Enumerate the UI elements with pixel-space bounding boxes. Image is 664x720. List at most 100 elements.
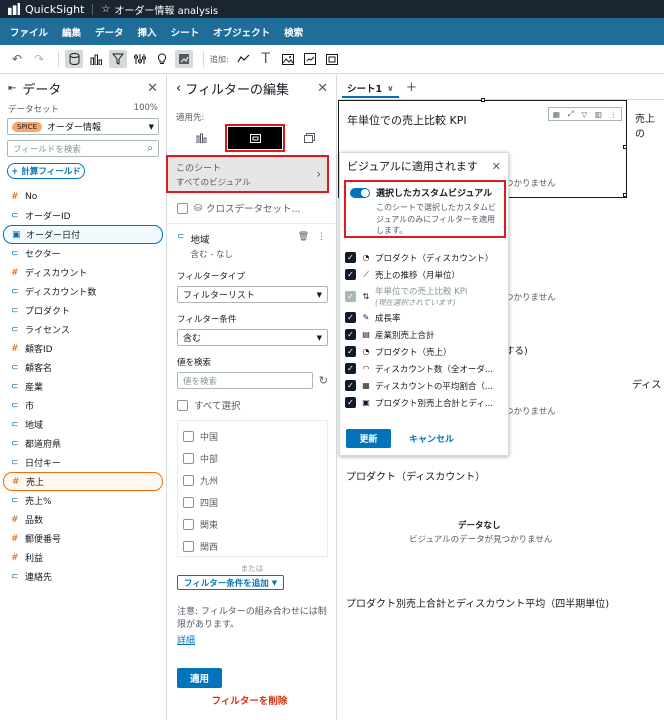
close-icon[interactable]: ✕ [317,81,328,96]
field-item[interactable]: # 品数 [3,510,163,529]
filter-value-checkbox[interactable] [183,474,194,486]
field-item[interactable]: ⊂ 地域 [3,415,163,434]
analysis-title[interactable]: オーダー情報 analysis [114,2,218,17]
apply-all-sheets-option[interactable] [282,127,336,149]
field-item[interactable]: ⊂ 顧客名 [3,358,163,377]
visual-checkbox-row[interactable]: ✓ ◔ プロダクト（ディスカウント） [345,249,505,266]
visual-checkbox-row[interactable]: ✓ ▣ プロダクト別売上合計とディ... [345,394,505,411]
add-calculated-field-button[interactable]: + 計算フィールド [7,163,85,179]
filter-value-row[interactable]: 中国 [178,425,327,447]
select-all-row[interactable]: すべて選択 [168,398,336,412]
dataset-select[interactable]: SPICE オーダー情報 ▼ [7,118,159,135]
field-item[interactable]: ⊂ プロダクト [3,301,163,320]
filter-value-checkbox[interactable] [183,518,194,530]
menu-objects[interactable]: オブジェクト [213,25,270,39]
menu-file[interactable]: ファイル [10,25,48,39]
visual-checkbox-row[interactable]: ✓ ▤ 産業別売上合計 [345,326,505,343]
redo-icon[interactable]: ↷ [30,50,48,68]
filter-value-checkbox[interactable] [183,430,194,442]
visual-checkbox-row[interactable]: ✓ ◔ プロダクト（売上） [345,343,505,360]
more-options-icon[interactable]: ⋮ [610,110,618,119]
filter-icon[interactable]: ▽ [581,110,587,119]
layout-icon[interactable]: ▥ [595,110,602,119]
filter-value-row[interactable]: 関東 [178,513,327,535]
menu-insert[interactable]: 挿入 [138,25,157,39]
add-image-icon[interactable] [279,50,297,68]
add-text-icon[interactable]: T [257,50,275,68]
visual-checkbox-row[interactable]: ✓ ⟋ 売上の推移（月単位） [345,266,505,283]
visual-checkbox[interactable]: ✓ [345,380,356,391]
visual-type-icon[interactable]: ▦ [553,110,560,119]
field-item[interactable]: # 利益 [3,548,163,567]
filter-value-row[interactable]: 九州 [178,469,327,491]
visualize-icon[interactable] [87,50,105,68]
close-icon[interactable]: ✕ [147,81,158,96]
visual-checkbox[interactable]: ✓ [345,252,356,263]
visual-checkbox-row[interactable]: ✓ ✎ 成長率 [345,309,505,326]
visual-checkbox[interactable]: ✓ [345,346,356,357]
field-item[interactable]: # 顧客ID [3,339,163,358]
visual-checkbox[interactable]: ✓ [345,269,356,280]
more-options-icon[interactable]: ⋮ [317,232,326,242]
learn-more-link[interactable]: 詳細 [168,633,336,646]
filter-value-row[interactable]: 中部 [178,447,327,469]
chevron-down-icon[interactable]: ∨ [387,84,394,93]
filter-value-row[interactable]: 関西 [178,535,327,557]
cross-dataset-checkbox-row[interactable]: ⛁ クロスデータセット... [168,201,336,215]
apply-single-visual-option[interactable] [174,127,228,149]
field-item[interactable]: ⊂ ライセンス [3,320,163,339]
apply-sheet-option[interactable] [225,124,285,152]
filter-icon[interactable] [109,50,127,68]
field-item[interactable]: ⊂ ディスカウント数 [3,282,163,301]
visual-checkbox[interactable]: ✓ [345,363,356,374]
field-item[interactable]: # No [3,187,163,206]
parameters-icon[interactable] [131,50,149,68]
field-item[interactable]: # ディスカウント [3,263,163,282]
filter-value-checkbox[interactable] [183,496,194,508]
menu-search[interactable]: 検索 [284,25,303,39]
refresh-icon[interactable]: ↻ [319,374,328,387]
field-item[interactable]: ⊂ 日付キー [3,453,163,472]
apply-button[interactable]: 適用 [177,668,222,688]
collapse-icon[interactable]: ⇤ [8,83,16,94]
filter-value-row[interactable]: 四国 [178,491,327,513]
resize-handle[interactable] [623,145,627,149]
field-item[interactable]: ⊂ 連絡先 [3,567,163,586]
add-insight-icon[interactable] [301,50,319,68]
dataset-icon[interactable] [65,50,83,68]
sheet-tab[interactable]: シート1 ∨ [342,80,399,98]
delete-filter-link[interactable]: フィルターを削除 [168,693,331,707]
trash-icon[interactable]: 🗑 [298,232,309,242]
field-item[interactable]: ⊂ オーダーID [3,206,163,225]
select-all-checkbox[interactable] [177,399,188,411]
undo-icon[interactable]: ↶ [8,50,26,68]
field-item[interactable]: ⊂ セクター [3,244,163,263]
cross-dataset-checkbox[interactable] [177,202,188,214]
visual-checkbox[interactable]: ✓ [345,329,356,340]
filter-type-select[interactable]: フィルターリスト ▼ [177,286,328,303]
filter-condition-select[interactable]: 含む ▼ [177,329,328,346]
field-search-input[interactable]: フィールドを検索 ⌕ [7,140,159,157]
update-button[interactable]: 更新 [346,429,391,448]
cancel-button[interactable]: キャンセル [409,432,454,445]
filter-value-checkbox[interactable] [183,540,194,552]
filter-scope-selector[interactable]: このシート すべてのビジュアル › [166,155,329,193]
menu-data[interactable]: データ [95,25,124,39]
custom-visuals-toggle-row[interactable]: 選択したカスタムビジュアル [350,186,500,199]
star-icon[interactable]: ☆ [101,4,110,15]
field-item[interactable]: ⊂ 都道府県 [3,434,163,453]
field-item[interactable]: ▣ オーダー日付 [3,225,163,244]
field-item[interactable]: ⊂ 市 [3,396,163,415]
custom-visuals-toggle[interactable] [350,187,370,198]
add-sheet-icon[interactable]: + [406,80,417,95]
filter-value-checkbox[interactable] [183,452,194,464]
ml-insights-icon[interactable] [175,50,193,68]
resize-handle[interactable] [481,98,485,102]
visual-checkbox[interactable]: ✓ [345,312,356,323]
field-item[interactable]: # 売上 [3,472,163,491]
add-visual-icon[interactable] [235,50,253,68]
close-icon[interactable]: ✕ [492,160,501,173]
value-search-input[interactable]: 値を検索 [177,372,313,389]
visual-checkbox-row[interactable]: ✓ ◠ ディスカウント数（全オーダ... [345,360,505,377]
field-item[interactable]: ⊂ 売上% [3,491,163,510]
